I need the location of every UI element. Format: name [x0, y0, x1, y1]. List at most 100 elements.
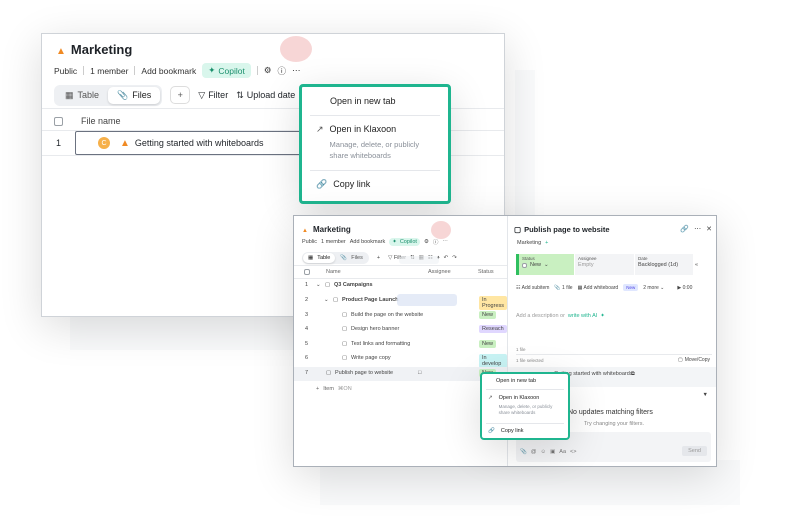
tab-files[interactable]: 📎 Files — [335, 253, 367, 263]
property-assignee[interactable]: Assignee Empty — [575, 254, 634, 275]
copilot-button[interactable]: ✦ Copilot — [389, 238, 420, 246]
link-icon[interactable]: 🔗 — [680, 225, 689, 233]
breadcrumb[interactable]: Marketing + — [517, 240, 548, 246]
filter-button[interactable]: ▽ Filter — [198, 90, 228, 101]
visibility-label[interactable]: Public — [54, 66, 77, 76]
close-icon[interactable]: ✕ — [706, 225, 712, 233]
code-icon[interactable]: <> — [570, 449, 576, 455]
undo-icon[interactable]: ↶ — [444, 255, 449, 261]
info-icon[interactable]: ⓘ — [277, 65, 286, 77]
status-badge[interactable]: New — [479, 340, 497, 348]
add-view-button[interactable]: + — [170, 86, 191, 104]
mention-icon[interactable]: @ — [531, 449, 537, 455]
more-icon[interactable]: ⋯ — [292, 65, 301, 76]
menu-item-copy-link[interactable]: 🔗 Copy link — [488, 428, 523, 434]
menu-item-open-klaxoon[interactable]: ↗ Open in Klaxoon Manage, delete, or pub… — [488, 395, 561, 416]
menu-item-open-new-tab[interactable]: Open in new tab — [496, 378, 536, 384]
divider — [83, 66, 85, 75]
external-link-icon: ↗ — [488, 395, 493, 401]
settings-icon[interactable]: ⚙ — [264, 65, 272, 76]
add-subitem-button[interactable]: ☷ Add subitem — [516, 285, 549, 291]
external-link-icon: ↗ — [316, 124, 324, 134]
description-field[interactable]: Add a description or write with AI ✦ — [516, 313, 605, 319]
write-ai-link[interactable]: write with AI — [568, 313, 597, 319]
row-name: Write page copy — [351, 355, 391, 361]
table-header: File name — [54, 116, 121, 126]
select-all-checkbox[interactable] — [304, 269, 310, 275]
select-all-checkbox[interactable] — [54, 116, 63, 126]
filter-icon[interactable]: ▼ — [703, 392, 708, 398]
files-section-label: 1 file — [516, 347, 526, 352]
plus-icon: + — [316, 386, 320, 392]
collapse-icon[interactable]: « — [695, 262, 698, 268]
settings-icon[interactable]: ⚙ — [424, 239, 429, 245]
filter-icon: ▽ — [388, 255, 393, 261]
status-badge[interactable]: In Progress — [479, 296, 507, 310]
menu-item-open-klaxoon[interactable]: ↗ Open in Klaxoon Manage, delete, or pub… — [316, 124, 430, 161]
more-icon[interactable]: ⋯ — [694, 225, 701, 233]
play-icon: ▶ — [677, 284, 682, 291]
expand-icon[interactable]: ⌄ — [316, 282, 321, 288]
paperclip-icon: 📎 — [554, 284, 561, 291]
table-row[interactable]: 6 ▢ Write page copy In develop — [294, 354, 507, 368]
sparkle-icon: ✦ — [208, 65, 216, 75]
move-icon: ▢ — [677, 357, 683, 363]
status-badge[interactable]: In develop — [479, 354, 507, 368]
add-view-button[interactable]: + — [377, 255, 380, 261]
table-row[interactable]: 1 ⌄ ▢ Q3 Campaigns — [294, 282, 507, 294]
add-item-row[interactable]: + Item ⌘ON — [316, 386, 352, 392]
expand-icon[interactable]: ⌄ — [324, 297, 329, 303]
table-row[interactable]: 3 ▢ Build the page on the website New — [294, 311, 507, 324]
copilot-button[interactable]: ✦ Copilot — [202, 63, 251, 78]
column-name: Name — [326, 269, 341, 275]
divider — [256, 66, 258, 75]
timer-button[interactable]: ▶ 0:00 — [677, 285, 692, 291]
doc-icon: ▢ — [326, 370, 332, 376]
table-row[interactable]: 4 ▢ Design hero banner Reseach — [294, 325, 507, 338]
table-row[interactable]: 5 ▢ Test links and formatting New — [294, 340, 507, 353]
tab-files[interactable]: 📎 Files — [108, 86, 161, 104]
emoji-icon[interactable]: ☺ — [540, 449, 546, 455]
property-date[interactable]: Date Backlogged (1d) — [635, 254, 693, 275]
menu-item-copy-link[interactable]: 🔗 Copy link — [316, 179, 370, 190]
column-status: Status — [478, 269, 494, 275]
image-icon[interactable]: ▣ — [550, 449, 555, 455]
paperclip-icon: 📎 — [340, 255, 348, 261]
add-bookmark-link[interactable]: Add bookmark — [350, 239, 385, 245]
property-status[interactable]: Status New ⌄ — [516, 254, 574, 275]
subitem-icon: ☷ — [516, 284, 521, 291]
chevron-down-icon: ⌄ — [544, 262, 549, 268]
placeholder-block — [397, 294, 457, 306]
send-button[interactable]: Send — [682, 446, 707, 456]
view-switcher: ▦ Table 📎 Files — [302, 252, 369, 264]
info-icon[interactable]: ⓘ — [433, 238, 439, 246]
redo-icon[interactable]: ↷ — [452, 255, 457, 261]
attach-icon[interactable]: 📎 — [520, 449, 527, 455]
menu-item-open-new-tab[interactable]: Open in new tab — [330, 96, 396, 106]
more-dropdown[interactable]: 2 more ⌄ — [643, 285, 664, 291]
add-bookmark-link[interactable]: Add bookmark — [141, 66, 196, 76]
files-button[interactable]: 📎 1 file — [554, 285, 572, 291]
visibility-label[interactable]: Public — [302, 239, 317, 245]
format-icon[interactable]: Aa — [559, 449, 566, 455]
comment-icon[interactable]: □ — [418, 370, 421, 376]
tab-table[interactable]: ▦ Table — [303, 253, 336, 263]
more-icon[interactable]: ⋯ — [442, 239, 448, 245]
plus-icon[interactable]: + — [545, 240, 548, 246]
filter-icon: ▽ — [198, 89, 206, 100]
sort-button[interactable]: ⇅ Upload date — [236, 90, 295, 101]
tab-table[interactable]: ▦ Table — [56, 87, 108, 104]
file-selected-label: 1 file selected — [516, 358, 544, 363]
members-label[interactable]: 1 member — [90, 66, 128, 76]
table-row-selected[interactable]: 7 ▢ Publish page to website □ New — [294, 367, 507, 381]
copy-icon[interactable]: ⧉ — [631, 371, 635, 378]
sort-icon: ⇅ — [236, 89, 244, 100]
row-index: 1 — [305, 282, 309, 288]
add-whiteboard-button[interactable]: ▦ Add whiteboard — [578, 285, 619, 291]
move-copy-button[interactable]: ▢ Move/Copy — [678, 357, 710, 363]
table-icon: ▦ — [65, 89, 74, 100]
status-badge[interactable]: Reseach — [479, 325, 507, 333]
members-label[interactable]: 1 member — [321, 239, 346, 245]
board-meta: Public 1 member Add bookmark ✦ Copilot ⚙ … — [54, 63, 300, 78]
status-badge[interactable]: New — [479, 311, 497, 319]
